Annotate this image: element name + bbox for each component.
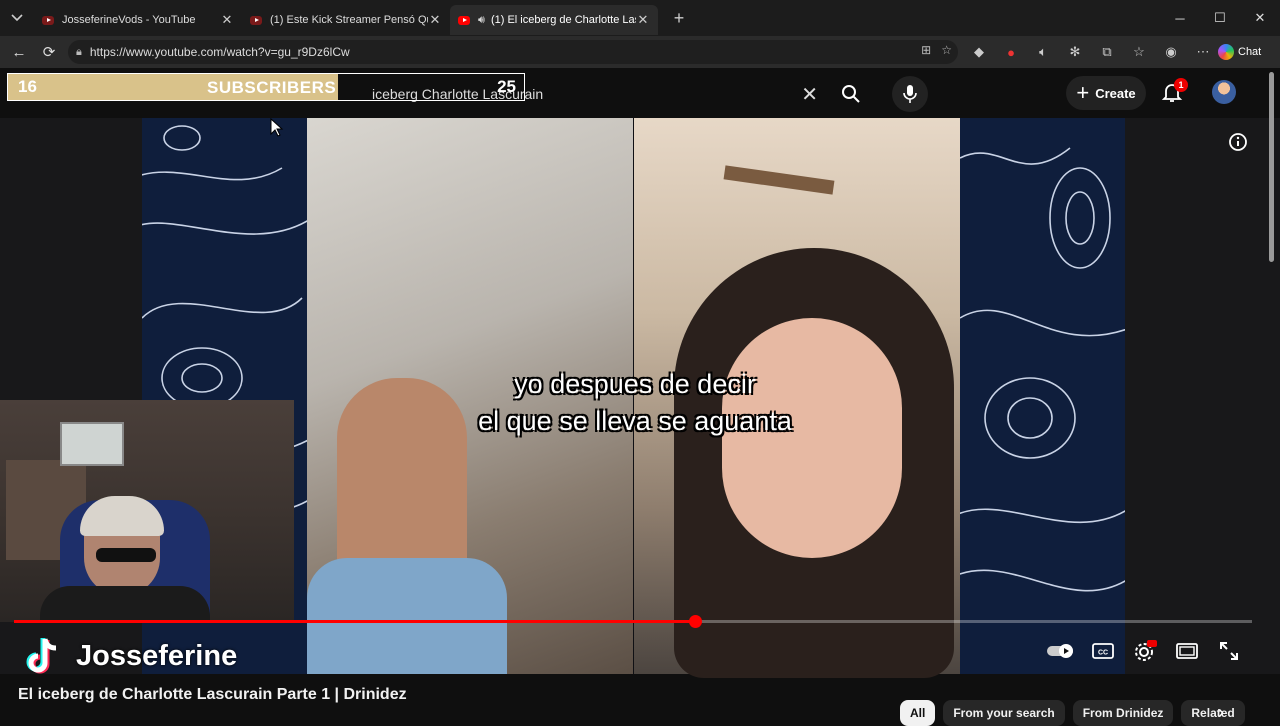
shirt-image	[307, 558, 507, 674]
fullscreen-icon	[1220, 642, 1238, 660]
refresh-icon[interactable]: ⟳	[34, 43, 64, 61]
close-tab-icon[interactable]: ✕	[428, 12, 442, 28]
video-progress-bar[interactable]	[14, 615, 1252, 628]
gear-icon	[1135, 640, 1157, 661]
youtube-favicon-icon	[42, 15, 54, 25]
sunglasses-image	[96, 548, 156, 562]
search-icon	[842, 85, 860, 103]
extension-diamond-icon[interactable]: ◆	[966, 40, 992, 64]
browser-tab-bar: JosseferineVods - YouTube ✕ (1) Este Kic…	[0, 0, 1280, 36]
svg-text:CC: CC	[1098, 650, 1108, 657]
autoplay-toggle-icon	[1047, 644, 1073, 658]
notification-badge: 1	[1174, 78, 1188, 92]
favorites-icon[interactable]: ☆	[1126, 40, 1152, 64]
streamer-webcam	[0, 400, 294, 622]
copilot-icon	[1218, 44, 1234, 60]
video-player[interactable]: yo despues de decir el que se lleva se a…	[0, 118, 1280, 678]
maximize-icon[interactable]: ☐	[1200, 0, 1240, 36]
youtube-favicon-icon	[250, 15, 262, 25]
account-avatar[interactable]	[1212, 80, 1236, 104]
volume-icon[interactable]: 🔈︎	[1030, 40, 1056, 64]
subscriber-goal: 25	[497, 77, 516, 96]
subscriber-goal-overlay: 16 SUBSCRIBERS 25	[7, 73, 525, 101]
chevron-down-icon	[11, 14, 23, 22]
subscriber-label: SUBSCRIBERS	[206, 78, 337, 97]
address-toolbar: ← ⟳ 🔒︎ https://www.youtube.com/watch?v=g…	[0, 36, 1280, 68]
tab-iceberg-charlotte[interactable]: 🔊︎ (1) El iceberg de Charlotte Lascurain…	[450, 5, 658, 35]
channel-name-watermark: Josseferine	[76, 639, 238, 672]
voice-search-button[interactable]	[892, 76, 928, 112]
window-controls: ─ ☐ ✕	[1160, 0, 1280, 36]
poster-image	[60, 422, 124, 466]
extensions-bar: ◆ ● 🔈︎ ✻ ⧉ ☆ ◉ ⋯	[966, 40, 1216, 64]
site-info-icon[interactable]: 🔒︎	[76, 46, 82, 59]
theater-mode-icon	[1176, 643, 1198, 659]
recommendation-filter-chips: All From your search From Drinidez Relat…	[900, 700, 1245, 726]
extensions-puzzle-icon[interactable]: ✻	[1062, 40, 1088, 64]
back-arrow-icon[interactable]: ←	[4, 44, 34, 61]
goal-progress-fill: 16 SUBSCRIBERS	[8, 74, 339, 100]
plus-icon: +	[1076, 80, 1090, 105]
tab-title: (1) Este Kick Streamer Pensó Que El	[270, 14, 428, 26]
app-available-icon[interactable]: ⊞	[921, 43, 931, 57]
notifications-button[interactable]: 1	[1160, 78, 1188, 108]
closed-captions-icon: CC	[1092, 643, 1114, 659]
extension-red-icon[interactable]: ●	[998, 40, 1024, 64]
tab-actions-menu[interactable]	[0, 0, 34, 36]
progress-played	[14, 620, 695, 623]
search-button[interactable]	[832, 78, 870, 110]
caption-line-1: yo despues de decir	[514, 369, 756, 399]
chat-label: Chat	[1238, 46, 1262, 58]
autoplay-toggle[interactable]	[1046, 636, 1076, 666]
speaker-icon[interactable]: 🔊︎	[478, 14, 485, 27]
close-tab-icon[interactable]: ✕	[636, 12, 650, 28]
clear-search-icon[interactable]: ✕	[801, 82, 818, 107]
video-caption: yo despues de decir el que se lleva se a…	[440, 366, 830, 440]
microphone-icon	[903, 85, 917, 103]
streamer-body-image	[40, 586, 210, 622]
progress-scrubber[interactable]	[688, 615, 702, 628]
video-title: El iceberg de Charlotte Lascurain Parte …	[18, 686, 407, 703]
topo-panel-right	[960, 118, 1125, 674]
close-window-icon[interactable]: ✕	[1240, 0, 1280, 36]
info-icon[interactable]	[1228, 132, 1248, 152]
more-options-icon[interactable]: ⋯	[1190, 40, 1216, 64]
youtube-favicon-icon	[458, 15, 470, 25]
ceiling-fan-image	[723, 165, 835, 195]
create-label: Create	[1095, 85, 1136, 101]
chip-all[interactable]: All	[900, 700, 936, 726]
topographic-pattern	[960, 147, 1125, 592]
copilot-chat-button[interactable]: Chat	[1218, 40, 1272, 64]
profile-icon[interactable]: ◉	[1158, 40, 1184, 64]
url-field[interactable]: 🔒︎ https://www.youtube.com/watch?v=gu_r9…	[68, 40, 958, 64]
settings-button[interactable]	[1130, 636, 1160, 666]
theater-mode-button[interactable]	[1172, 636, 1202, 666]
chip-from-search[interactable]: From your search	[943, 700, 1065, 726]
tiktok-icon	[22, 634, 66, 678]
tab-josseferinevods[interactable]: JosseferineVods - YouTube ✕	[34, 5, 242, 35]
page-scrollbar[interactable]	[1268, 68, 1276, 268]
tab-title: JosseferineVods - YouTube	[62, 14, 196, 26]
player-right-bg	[1125, 118, 1280, 674]
channel-watermark: Josseferine	[22, 634, 237, 678]
close-tab-icon[interactable]: ✕	[220, 12, 234, 28]
subtitles-button[interactable]: CC	[1088, 636, 1118, 666]
tab-title: (1) El iceberg de Charlotte Lascurain	[490, 14, 636, 26]
create-button[interactable]: + Create	[1066, 76, 1146, 110]
new-tab-button[interactable]: +	[664, 8, 694, 29]
minimize-icon[interactable]: ─	[1160, 0, 1200, 36]
scrollbar-thumb[interactable]	[1269, 72, 1274, 262]
chip-from-channel[interactable]: From Drinidez	[1072, 700, 1174, 726]
caption-line-2: el que se lleva se aguanta	[478, 406, 792, 436]
subscriber-count: 16	[18, 77, 37, 96]
favorite-star-icon[interactable]: ☆	[941, 43, 952, 57]
chip-related[interactable]: Related	[1181, 700, 1245, 726]
split-screen-icon[interactable]: ⧉	[1094, 40, 1120, 64]
mouse-pointer-icon	[270, 117, 284, 143]
fullscreen-button[interactable]	[1214, 636, 1244, 666]
url-text: https://www.youtube.com/watch?v=gu_r9Dz6…	[89, 45, 350, 59]
tab-kick-streamer[interactable]: (1) Este Kick Streamer Pensó Que El ✕	[242, 5, 450, 35]
